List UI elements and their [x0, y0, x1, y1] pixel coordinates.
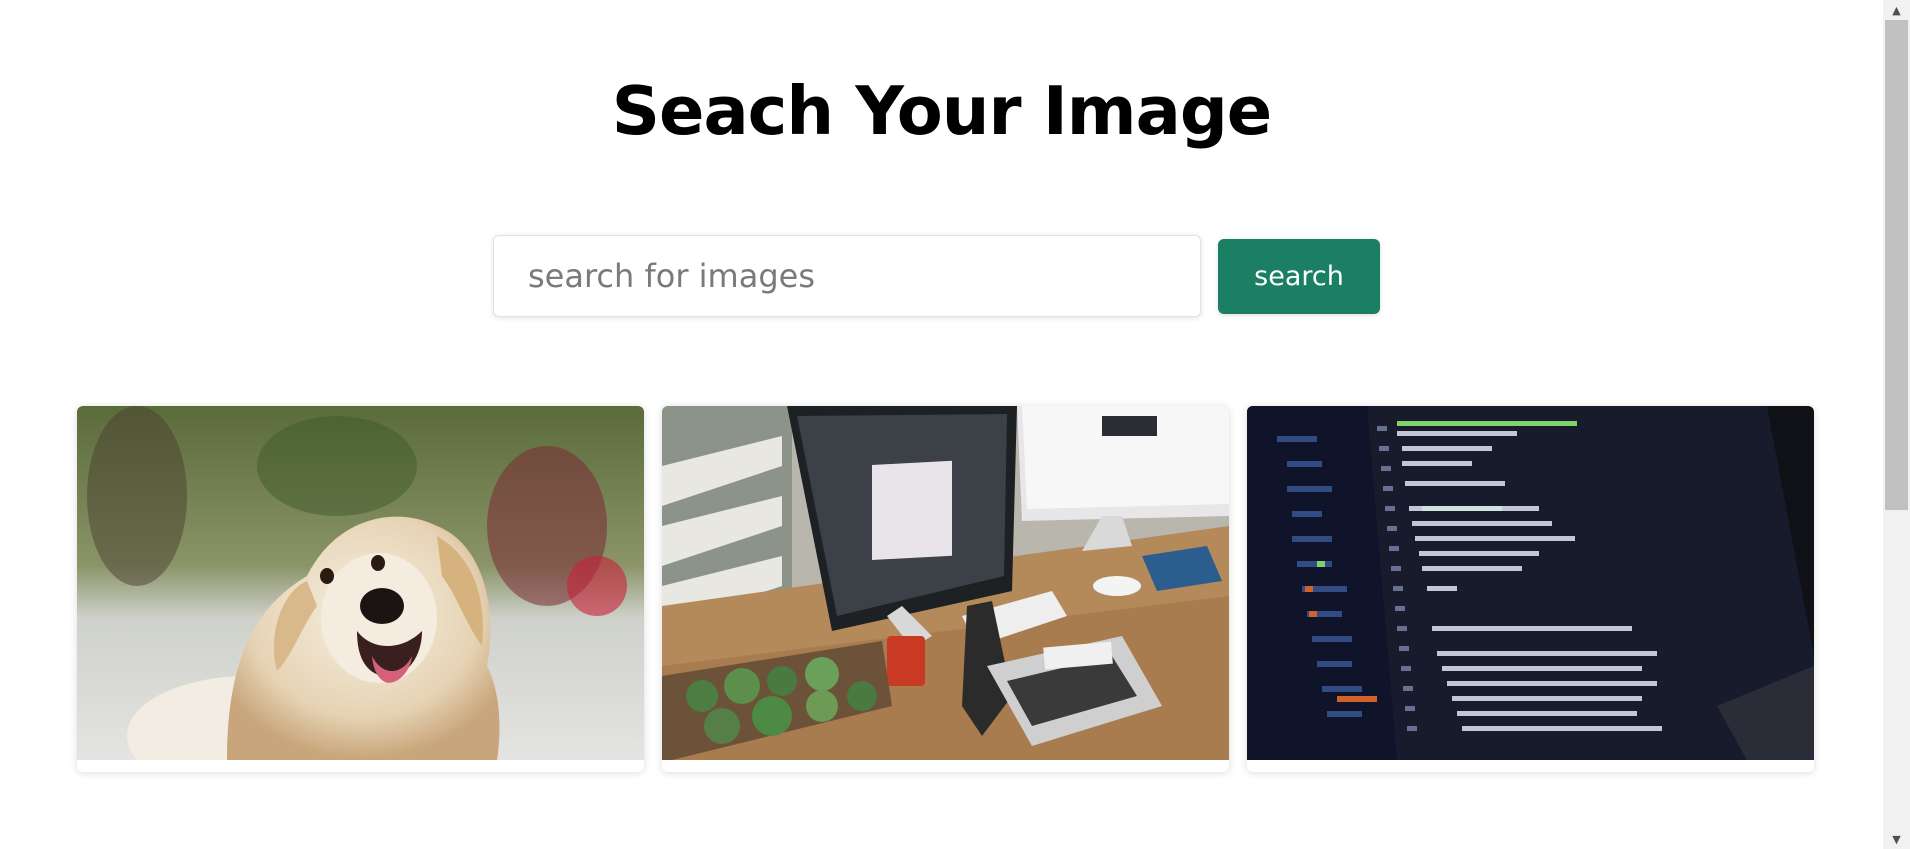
image-results — [77, 406, 1814, 772]
scrollbar-thumb[interactable] — [1885, 20, 1908, 510]
search-form: search — [493, 235, 1380, 317]
image-card[interactable] — [662, 406, 1229, 772]
image-card[interactable] — [77, 406, 644, 772]
vertical-scrollbar[interactable]: ▲ ▼ — [1883, 0, 1910, 849]
image-card[interactable] — [1247, 406, 1814, 772]
triangle-down-icon[interactable]: ▼ — [1883, 829, 1910, 849]
desk-image[interactable] — [662, 406, 1229, 760]
triangle-up-icon[interactable]: ▲ — [1883, 0, 1910, 20]
page: Seach Your Image search for images searc… — [0, 0, 1910, 849]
search-input[interactable] — [493, 235, 1201, 317]
code-image[interactable] — [1247, 406, 1814, 760]
search-button[interactable]: search — [1218, 238, 1380, 314]
page-title: Seach Your Image — [611, 72, 1272, 150]
dog-image[interactable] — [77, 406, 644, 760]
